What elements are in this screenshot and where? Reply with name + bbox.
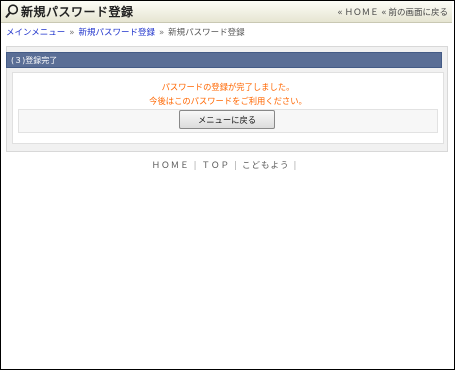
breadcrumb: メインメニュー» 新規パスワード登録» 新規パスワード登録 [6, 26, 245, 38]
footer-top-link[interactable]: ＴＯＰ [202, 159, 231, 171]
footer-separator: | [193, 161, 198, 171]
breadcrumb-separator: » [158, 28, 165, 38]
top-nav: «ＨＯＭＥ «前の画面に戻る [337, 6, 448, 18]
section-title: (３)登録完了 [11, 56, 58, 65]
breadcrumb-new-password[interactable]: 新規パスワード登録 [78, 28, 155, 38]
message-line-1: パスワードの登録が完了しました。 [161, 82, 295, 92]
back-link[interactable]: 前の画面に戻る [388, 8, 448, 18]
top-nav-separator: « [337, 8, 343, 18]
top-nav-separator: « [381, 8, 387, 18]
page-title: 新規パスワード登録 [21, 5, 134, 19]
breadcrumb-main-menu[interactable]: メインメニュー [6, 28, 65, 38]
section-header: (３)登録完了 [6, 52, 442, 68]
page-title-group: 新規パスワード登録 [5, 3, 134, 20]
footer-kids-link[interactable]: こどもよう [242, 159, 290, 171]
back-to-menu-button[interactable]: メニューに戻る [179, 110, 275, 129]
message-line-2: 今後はこのパスワードをご利用ください。 [149, 96, 307, 106]
footer-nav: ＨＯＭＥ | ＴＯＰ | こどもよう | [0, 159, 453, 171]
message-box: パスワードの登録が完了しました。 今後はこのパスワードをご利用ください。 [12, 72, 444, 144]
breadcrumb-current: 新規パスワード登録 [168, 28, 245, 38]
footer-separator: | [293, 161, 298, 171]
footer-separator: | [234, 161, 238, 171]
home-link[interactable]: ＨＯＭＥ [345, 8, 379, 18]
magnifier-icon [5, 4, 19, 19]
breadcrumb-separator: » [69, 28, 75, 38]
header-bar: 新規パスワード登録 «ＨＯＭＥ «前の画面に戻る [1, 1, 452, 23]
footer-home-link[interactable]: ＨＯＭＥ [152, 159, 190, 171]
